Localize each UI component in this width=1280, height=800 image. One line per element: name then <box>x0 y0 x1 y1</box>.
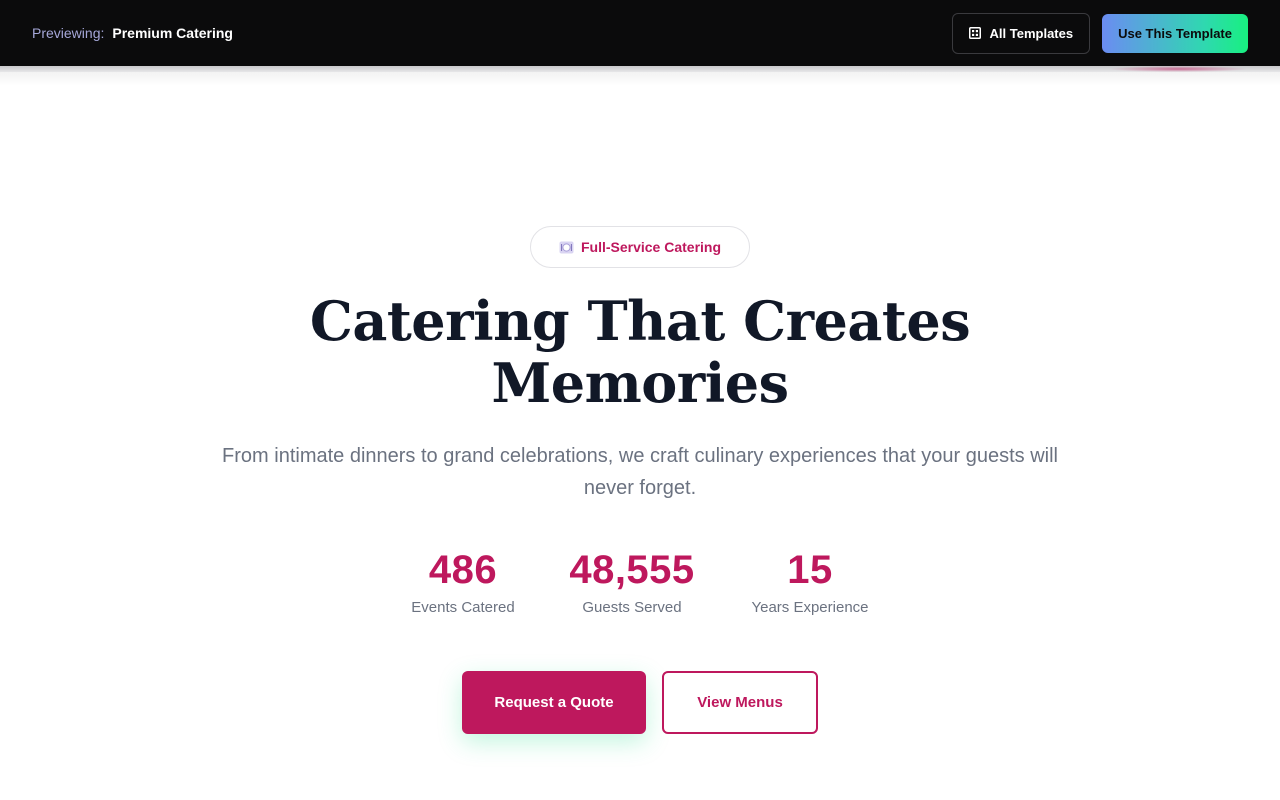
stat-value: 48,555 <box>569 548 695 592</box>
hero-section: Full-Service Catering Catering That Crea… <box>0 0 1280 800</box>
view-menus-button[interactable]: View Menus <box>662 671 818 734</box>
stat-events-catered: 486 Events Catered <box>402 548 524 618</box>
stat-guests-served: 48,555 Guests Served <box>552 548 712 618</box>
service-badge: Full-Service Catering <box>530 226 750 268</box>
stat-years-experience: 15 Years Experience <box>740 548 880 618</box>
service-badge-label: Full-Service Catering <box>580 239 722 255</box>
stat-label: Guests Served <box>582 599 682 616</box>
request-quote-button[interactable]: Request a Quote <box>462 671 646 734</box>
hero-subheadline: From intimate dinners to grand celebrati… <box>222 445 1058 499</box>
stat-label: Years Experience <box>751 599 869 616</box>
stat-value: 486 <box>428 548 498 592</box>
stat-value: 15 <box>787 548 833 592</box>
headline-line-1: Catering That Creates <box>309 289 971 353</box>
hero-headline: Catering That Creates Memories <box>200 290 1080 414</box>
plate-icon <box>559 240 574 255</box>
stat-label: Events Catered <box>411 599 515 616</box>
headline-line-2: Memories <box>491 351 789 415</box>
